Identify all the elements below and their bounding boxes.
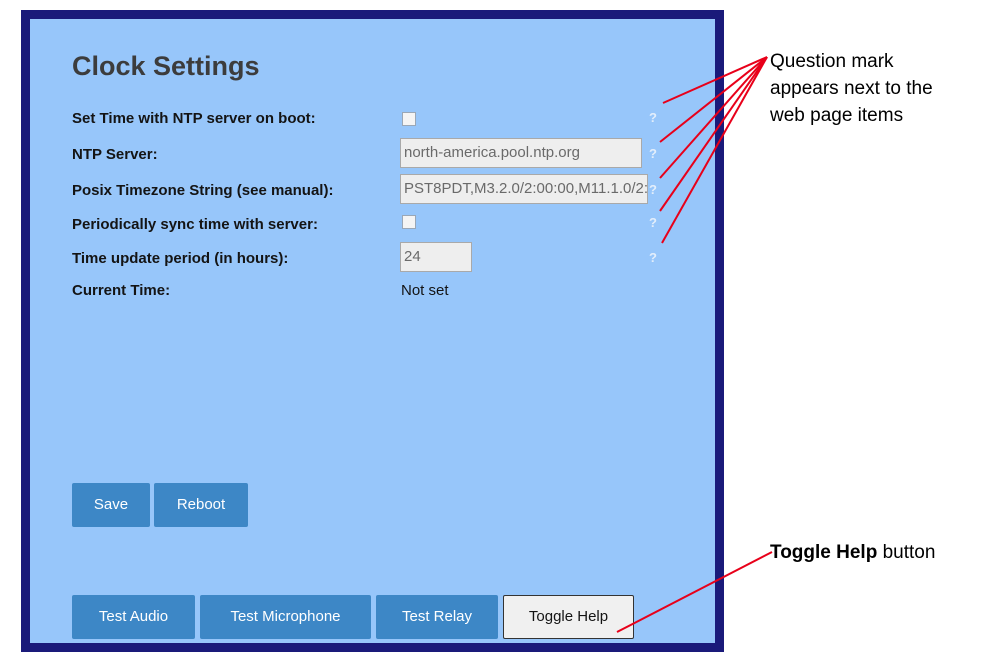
callout-arrow xyxy=(659,56,768,179)
callout-arrows xyxy=(616,56,773,633)
callout-arrow xyxy=(661,56,768,244)
callout-arrow xyxy=(616,551,773,633)
callout-arrow xyxy=(659,56,768,143)
